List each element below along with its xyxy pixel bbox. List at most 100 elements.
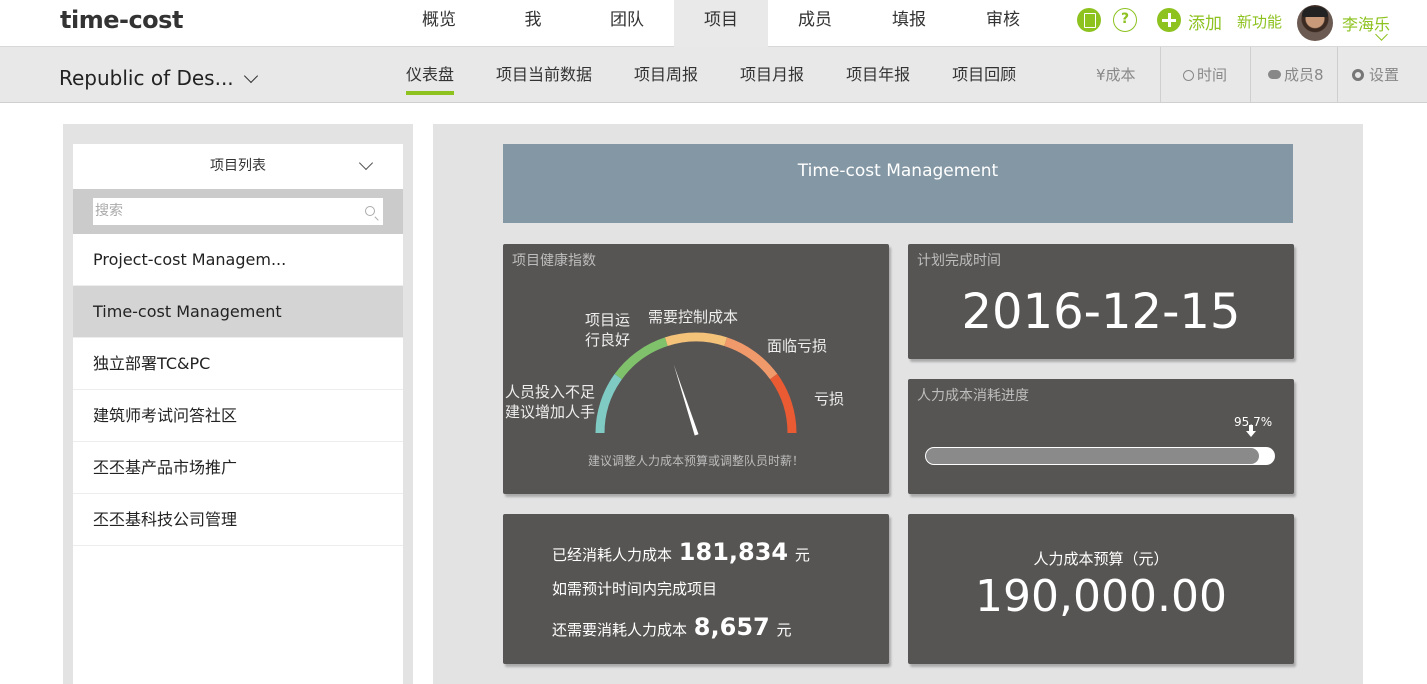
list-item[interactable]: 丕丕基产品市场推广: [73, 442, 403, 494]
gauge-label-line: 建议增加人手: [505, 403, 596, 421]
logo-text: time-cost: [60, 6, 183, 34]
tab-weekly[interactable]: 项目周报: [634, 47, 698, 103]
main-nav: 概览 我 团队 项目 成员 填报 审核: [392, 0, 1050, 47]
tab-review[interactable]: 项目回顾: [952, 47, 1016, 103]
project-list: 项目列表 搜索 Project-cost Managem... Time-cos…: [73, 144, 403, 684]
project-tabs: 仪表盘 项目当前数据 项目周报 项目月报 项目年报 项目回顾: [406, 47, 1058, 103]
card-title: 人力成本消耗进度: [917, 388, 1029, 404]
chevron-down-icon[interactable]: [243, 68, 259, 84]
cost-label: ¥成本: [1096, 66, 1136, 84]
consumed-line: 已经消耗人力成本 181,834 元: [552, 538, 810, 566]
forecast-line: 如需预计时间内完成项目: [552, 580, 718, 598]
gauge-tick: [722, 345, 725, 350]
gauge-label-understaffed: 人员投入不足 建议增加人手: [505, 382, 595, 422]
settings-label: 设置: [1369, 66, 1400, 84]
gauge-label-line: 项目运: [585, 311, 631, 329]
health-index-card: 项目健康指数 人员投入不足 建议增加人手 项目运 行良好 需要控制成本 面临亏损…: [503, 244, 889, 494]
dashboard-panel: Time-cost Management 项目健康指数 人员投入不足 建议增加人…: [433, 124, 1363, 684]
new-features-link[interactable]: 新功能: [1237, 11, 1282, 32]
add-plus-icon[interactable]: [1157, 8, 1181, 32]
remaining-label: 还需要消耗人力成本: [552, 621, 688, 639]
consumed-label: 已经消耗人力成本: [552, 546, 673, 564]
project-list-panel: 项目列表 搜索 Project-cost Managem... Time-cos…: [63, 124, 413, 684]
project-selector[interactable]: Republic of Des...: [59, 66, 234, 90]
cost-consumed-card: 已经消耗人力成本 181,834 元 如需预计时间内完成项目 还需要消耗人力成本…: [503, 514, 889, 664]
search-icon[interactable]: [365, 206, 375, 216]
cost-progress-card: 人力成本消耗进度 95.7%: [908, 379, 1294, 494]
gauge-needle: [673, 364, 699, 436]
members-icon: [1268, 70, 1281, 79]
gauge-tick: [608, 404, 613, 407]
progress-bar-fill: [926, 448, 1260, 464]
gauge-ticks: [604, 341, 788, 434]
nav-fill-report[interactable]: 填报: [862, 0, 956, 47]
budget-card: 人力成本预算（元） 190,000.00: [908, 514, 1294, 664]
nav-members[interactable]: 成员: [768, 0, 862, 47]
gauge-label-line: 人员投入不足: [505, 383, 596, 401]
nav-team[interactable]: 团队: [580, 0, 674, 47]
gauge-tick: [641, 358, 645, 363]
cost-link[interactable]: ¥成本: [1096, 47, 1136, 103]
budget-value: 190,000.00: [975, 571, 1227, 622]
progress-percent: 95.7%: [1234, 415, 1273, 429]
gauge-label-line: 行良好: [585, 331, 631, 349]
gauge-tick: [747, 358, 751, 363]
divider: [1160, 47, 1161, 103]
remaining-value: 8,657: [693, 613, 770, 641]
calculator-icon[interactable]: [1077, 8, 1101, 32]
tab-current-data[interactable]: 项目当前数据: [496, 47, 592, 103]
nav-review[interactable]: 审核: [956, 0, 1050, 47]
consumed-value: 181,834: [678, 538, 789, 566]
list-item[interactable]: 建筑师考试问答社区: [73, 390, 403, 442]
search-placeholder: 搜索: [95, 203, 123, 219]
settings-link[interactable]: 设置: [1352, 47, 1399, 103]
banner-title: Time-cost Management: [797, 161, 999, 181]
planned-finish-date: 2016-12-15: [961, 284, 1241, 340]
clock-icon: [1183, 70, 1194, 81]
tab-yearly[interactable]: 项目年报: [846, 47, 910, 103]
search-input[interactable]: 搜索: [93, 198, 383, 225]
project-list-header[interactable]: 项目列表: [73, 144, 403, 189]
gauge-arcs: [595, 332, 797, 434]
gauge-label-control-cost: 需要控制成本: [648, 308, 739, 326]
gauge-segment: [664, 332, 728, 347]
budget-title: 人力成本预算（元）: [1033, 550, 1169, 568]
time-link[interactable]: 时间: [1183, 47, 1227, 103]
gauge-label-risk: 面临亏损: [767, 337, 828, 355]
gauge-tick: [667, 345, 670, 350]
remaining-line: 还需要消耗人力成本 8,657 元: [552, 613, 792, 641]
members-link[interactable]: 成员8: [1268, 47, 1324, 103]
gauge-advice-note: 建议调整人力成本预算或调整队员时薪！: [587, 454, 804, 468]
project-banner: Time-cost Management: [503, 144, 1293, 223]
help-icon[interactable]: ?: [1113, 8, 1137, 32]
list-item[interactable]: Project-cost Managem...: [73, 234, 403, 286]
list-item[interactable]: 独立部署TC&PC: [73, 338, 403, 390]
search-bar: 搜索: [73, 189, 403, 234]
chevron-down-icon[interactable]: [358, 155, 374, 171]
top-navbar: time-cost 概览 我 团队 项目 成员 填报 审核 ? 添加 新功能 李…: [0, 0, 1427, 47]
list-item-selected[interactable]: Time-cost Management: [73, 286, 403, 338]
members-label: 成员8: [1284, 66, 1324, 84]
gauge-tick: [766, 378, 771, 382]
project-subbar: Republic of Des... 仪表盘 项目当前数据 项目周报 项目月报 …: [0, 47, 1427, 103]
add-button[interactable]: 添加: [1188, 9, 1222, 34]
tab-dashboard[interactable]: 仪表盘: [406, 47, 455, 103]
avatar[interactable]: [1297, 5, 1333, 41]
remaining-unit: 元: [776, 621, 792, 639]
nav-overview[interactable]: 概览: [392, 0, 486, 47]
list-item[interactable]: 丕丕基科技公司管理: [73, 494, 403, 546]
gauge-label-loss: 亏损: [814, 390, 845, 408]
gauge-label-good: 项目运 行良好: [585, 310, 630, 350]
nav-projects[interactable]: 项目: [674, 0, 768, 47]
time-label: 时间: [1197, 66, 1228, 84]
gear-icon: [1352, 69, 1364, 81]
app-logo[interactable]: time-cost: [60, 6, 183, 34]
consumed-unit: 元: [794, 546, 810, 564]
progress-bar: [925, 447, 1275, 465]
divider: [1337, 47, 1338, 103]
project-list-title: 项目列表: [210, 158, 266, 174]
nav-me[interactable]: 我: [486, 0, 580, 47]
divider: [1250, 47, 1251, 103]
planned-finish-card: 计划完成时间 2016-12-15: [908, 244, 1294, 359]
tab-monthly[interactable]: 项目月报: [740, 47, 804, 103]
